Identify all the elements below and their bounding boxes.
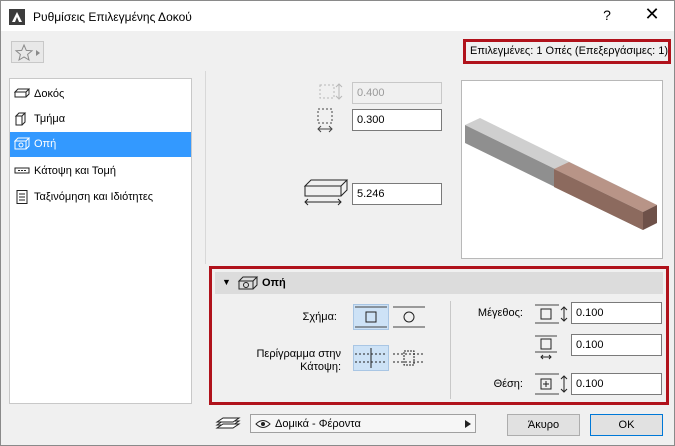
size-label: Μέγεθος: [477, 307, 523, 319]
outline-dashed-icon [355, 348, 387, 368]
width-field[interactable]: 0.300 [352, 109, 442, 131]
beam-icon [14, 88, 30, 98]
floor-plan-icon [14, 167, 30, 174]
layer-dropdown[interactable]: Δομικά - Φέροντα [250, 414, 476, 433]
length-icon [303, 179, 349, 206]
sidebar-item-label: Οπή [34, 138, 57, 150]
cancel-button[interactable]: Άκυρο [507, 414, 580, 436]
panel-divider [450, 301, 451, 399]
app-icon [9, 9, 25, 25]
hole-width-icon [535, 304, 568, 324]
sidebar-item-beam[interactable]: Δοκός [10, 82, 191, 107]
position-field[interactable]: 0.100 [571, 373, 662, 395]
shape-rectangle-button[interactable] [353, 304, 389, 330]
sidebar-item-label: Τμήμα [34, 113, 66, 125]
segment-icon [14, 112, 27, 126]
height-icon [319, 83, 343, 100]
shape-label: Σχήμα: [302, 311, 337, 323]
sidebar-item-label: Κάτοψη και Τομή [34, 165, 116, 177]
title-bar: Ρυθμίσεις Επιλεγμένης Δοκού ? ✕ [1, 1, 674, 31]
sidebar-item-hole[interactable]: Οπή [10, 132, 191, 157]
sidebar-item-label: Δοκός [34, 88, 65, 100]
beam-3d-preview [465, 118, 657, 230]
hole-icon [14, 137, 30, 150]
hole-icon [237, 276, 259, 290]
hole-position-icon [535, 373, 568, 395]
dropdown-arrow-icon [465, 420, 471, 428]
sidebar-item-segment[interactable]: Τμήμα [10, 107, 191, 132]
hole-height-icon [535, 335, 557, 360]
selection-info: Επιλεγμένες: 1 Οπές (Επεξεργάσιμες: 1) [470, 45, 669, 57]
outline-solid-icon [393, 350, 425, 366]
layer-dropdown-label: Δομικά - Φέροντα [275, 418, 361, 430]
shape-circle-button[interactable] [391, 304, 427, 330]
length-field[interactable]: 5.246 [352, 183, 442, 205]
document-icon [16, 190, 28, 204]
close-button[interactable]: ✕ [641, 4, 663, 25]
position-label: Θέση: [493, 378, 523, 390]
selection-info-box: Επιλεγμένες: 1 Οπές (Επεξεργάσιμες: 1) [463, 39, 671, 64]
star-icon [14, 43, 40, 62]
beam-preview [461, 80, 663, 259]
favorites-button[interactable] [11, 41, 44, 63]
outline-dashed-button[interactable] [353, 345, 389, 371]
height-field: 0.400 [352, 82, 442, 104]
outline-solid-button[interactable] [391, 345, 427, 371]
sidebar: Δοκός Τμήμα Οπή Κάτοψη και Τομή Ταξινόμη… [9, 78, 192, 404]
sidebar-item-label: Ταξινόμηση και Ιδιότητες [34, 191, 154, 203]
outline-label-line1: Περίγραμμα στην [256, 348, 341, 360]
sidebar-item-floor-plan[interactable]: Κάτοψη και Τομή [10, 159, 191, 184]
eye-icon [255, 420, 271, 428]
outline-label-line2: Κάτοψη: [300, 361, 341, 373]
width-icon [317, 108, 333, 133]
hole-panel-header[interactable]: ▼ Οπή [215, 272, 663, 294]
window-title: Ρυθμίσεις Επιλεγμένης Δοκού [33, 10, 192, 24]
size-height-field[interactable]: 0.100 [571, 334, 662, 356]
settings-dialog: Ρυθμίσεις Επιλεγμένης Δοκού ? ✕ Επιλεγμέ… [0, 0, 675, 446]
rectangle-shape-icon [355, 306, 387, 328]
hole-panel-title: Οπή [262, 277, 286, 289]
circle-shape-icon [393, 306, 425, 328]
size-width-field[interactable]: 0.100 [571, 302, 662, 324]
ok-button[interactable]: ΟΚ [590, 414, 663, 436]
layers-icon [215, 417, 241, 429]
help-button[interactable]: ? [597, 7, 617, 23]
collapse-triangle-icon[interactable]: ▼ [222, 277, 231, 287]
sidebar-item-classification[interactable]: Ταξινόμηση και Ιδιότητες [10, 185, 191, 210]
